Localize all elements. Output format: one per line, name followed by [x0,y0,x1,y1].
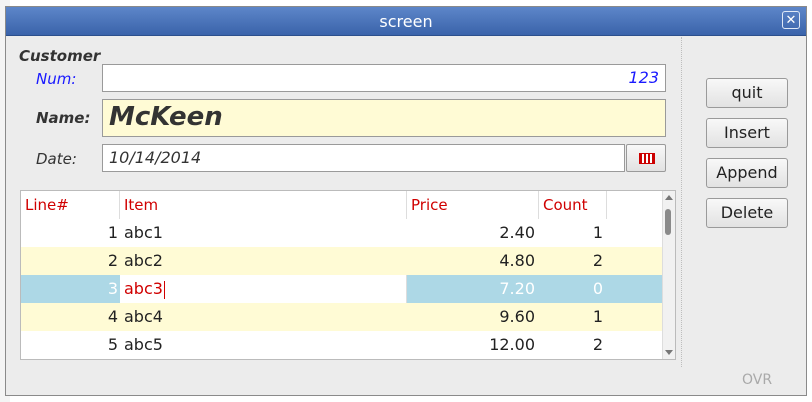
cell-price[interactable]: 9.60 [407,303,535,331]
cell-item[interactable]: abc1 [124,219,404,247]
append-button[interactable]: Append [706,158,788,188]
scroll-down-icon[interactable] [665,350,673,355]
table-row[interactable]: 4 abc4 9.60 1 [21,303,663,331]
insert-mode-indicator: OVR [742,372,773,388]
col-header-item[interactable]: Item [120,191,407,219]
window-title: screen [379,12,433,31]
delete-button[interactable]: Delete [706,198,788,228]
date-label: Date: [36,150,77,168]
panel-divider [681,37,682,367]
calendar-icon [639,153,655,164]
col-header-line[interactable]: Line# [21,191,120,219]
cell-item[interactable]: abc4 [124,303,404,331]
table-row[interactable]: 5 abc5 12.00 2 [21,331,663,359]
col-header-price[interactable]: Price [407,191,539,219]
date-field[interactable]: 10/14/2014 [102,144,625,172]
table-row[interactable]: 1 abc1 2.40 1 [21,219,663,247]
cell-count[interactable]: 2 [539,247,603,275]
cell-count[interactable]: 1 [539,303,603,331]
cell-count[interactable]: 1 [539,219,603,247]
cell-price[interactable]: 4.80 [407,247,535,275]
name-field[interactable]: McKeen [102,99,666,137]
table-header: Line# Item Price Count [21,191,663,220]
cell-item-editing[interactable]: abc3 [120,275,407,303]
cell-line: 3 [107,279,118,298]
cell-count[interactable]: 0 [539,275,603,303]
cell-line: 4 [107,307,118,326]
cell-price[interactable]: 2.40 [407,219,535,247]
num-field[interactable]: 123 [102,64,666,92]
date-picker-button[interactable] [626,144,666,172]
name-label: Name: [36,109,91,127]
quit-button[interactable]: quit [706,78,788,108]
table-scrollbar[interactable] [662,191,675,359]
cell-item[interactable]: abc2 [124,247,404,275]
cell-line: 1 [107,223,118,242]
insert-button[interactable]: Insert [706,118,788,148]
scroll-up-icon[interactable] [665,195,673,200]
customer-heading: Customer [19,47,101,65]
text-cursor [163,280,165,299]
cell-line: 5 [107,335,118,354]
cell-price[interactable]: 12.00 [407,331,535,359]
close-icon[interactable]: ✕ [782,11,800,29]
cell-item[interactable]: abc5 [124,331,404,359]
screen-window: screen ✕ Customer Num: 123 Name: McKeen … [5,6,807,396]
cell-count[interactable]: 2 [539,331,603,359]
title-bar[interactable]: screen ✕ [6,7,806,36]
cell-item-text: abc3 [124,279,163,298]
line-items-table[interactable]: Line# Item Price Count 1 abc1 2.40 1 2 a… [20,190,676,360]
table-row-selected[interactable]: 3 abc3 7.20 0 [21,275,663,303]
scroll-thumb[interactable] [665,209,671,235]
col-header-count[interactable]: Count [539,191,607,219]
cell-line: 2 [107,251,118,270]
num-label: Num: [36,70,77,88]
table-row[interactable]: 2 abc2 4.80 2 [21,247,663,275]
cell-price[interactable]: 7.20 [407,275,535,303]
